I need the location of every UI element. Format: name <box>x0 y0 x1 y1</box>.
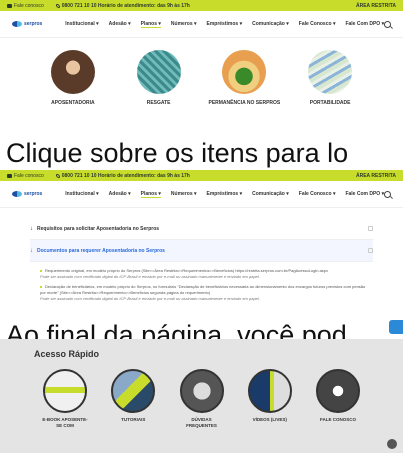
nav-item-institucional[interactable]: Institucional ▾ <box>65 21 98 28</box>
nav-item-adesao[interactable]: Adesão ▾ <box>109 21 131 28</box>
ebook-image <box>43 369 87 413</box>
quick-item-videos[interactable]: VÍDEOS (LIVES) <box>245 369 295 429</box>
requirements-section: Fale conosco 0800 721 10 10 Horário de a… <box>0 170 403 335</box>
main-nav-repeat: serpros Institucional ▾ Adesão ▾ Planos … <box>0 181 403 208</box>
portabilidade-image <box>308 50 353 94</box>
nav-item-numeros[interactable]: Números ▾ <box>171 191 197 198</box>
arrow-down-icon: ↓ <box>30 247 33 254</box>
contact-label: Fale conosco <box>14 172 44 179</box>
list-item: Declaração de beneficiários, em modelo p… <box>40 284 369 302</box>
plan-label: APOSENTADORIA <box>51 100 95 106</box>
logo-text: serpros <box>24 21 43 27</box>
overlay-caption-1: Clique sobre os itens para lo <box>6 138 349 168</box>
phone-label: 0800 721 10 10 Horário de atendimento: d… <box>61 172 190 179</box>
accordion-title: Requisitos para solicitar Aposentadoria … <box>37 225 160 232</box>
nav-menu: Institucional ▾ Adesão ▾ Planos ▾ Número… <box>65 191 384 198</box>
email-icon <box>7 173 12 178</box>
logo-mark-icon <box>12 191 22 197</box>
nav-item-comunicacao[interactable]: Comunicação ▾ <box>252 21 289 28</box>
document-text: Declaração de beneficiários, em modelo p… <box>40 284 366 295</box>
quick-access-section: Acesso Rápido E-BOOK APOSENTE-SE COM TUT… <box>0 339 403 453</box>
contact-image <box>316 369 360 413</box>
plans-grid: APOSENTADORIA RESGATE PERMANÊNCIA NO SER… <box>0 38 403 126</box>
quick-item-tutoriais[interactable]: TUTORIAIS <box>108 369 158 429</box>
nav-item-emprestimos[interactable]: Empréstimos ▾ <box>207 21 243 28</box>
arrow-down-icon: ↓ <box>30 225 33 232</box>
quick-access-title: Acesso Rápido <box>34 349 100 359</box>
list-item: Requerimento original, em modelo próprio… <box>40 268 369 280</box>
document-note: Pode ser assinado com certificado digita… <box>40 274 260 279</box>
bullet-icon <box>40 285 42 288</box>
phone-icon <box>55 3 60 8</box>
side-widget-button[interactable] <box>389 320 403 334</box>
plan-label: RESGATE <box>146 100 171 106</box>
main-nav: serpros Institucional ▾ Adesão ▾ Planos … <box>0 11 403 38</box>
contact-link[interactable]: Fale conosco <box>7 173 44 179</box>
logo[interactable]: serpros <box>12 21 51 27</box>
plan-portabilidade[interactable]: PORTABILIDADE <box>290 50 370 126</box>
tutoriais-image <box>111 369 156 413</box>
accordion-item-documentos[interactable]: ↓ Documentos para requerer Aposentadoria… <box>30 240 373 262</box>
logo-text: serpros <box>24 191 43 197</box>
plan-label: PORTABILIDADE <box>309 100 351 106</box>
document-text: Requerimento original, em modelo próprio… <box>45 268 329 273</box>
phone-info: 0800 721 10 10 Horário de atendimento: d… <box>55 172 190 179</box>
nav-item-adesao[interactable]: Adesão ▾ <box>109 191 131 198</box>
quick-access-grid: E-BOOK APOSENTE-SE COM TUTORIAIS DÚVIDAS… <box>0 359 403 429</box>
logo[interactable]: serpros <box>12 191 51 197</box>
bullet-icon <box>40 269 42 272</box>
videos-image <box>247 369 292 413</box>
chat-button[interactable] <box>387 439 397 449</box>
nav-item-institucional[interactable]: Institucional ▾ <box>65 191 98 198</box>
accordion-content: Requerimento original, em modelo próprio… <box>30 262 373 302</box>
quick-item-fale-conosco[interactable]: FALE CONOSCO <box>313 369 363 429</box>
top-bar-repeat: Fale conosco 0800 721 10 10 Horário de a… <box>0 170 403 181</box>
quick-item-ebook[interactable]: E-BOOK APOSENTE-SE COM <box>40 369 90 429</box>
quick-item-duvidas[interactable]: DÚVIDAS FREQUENTES <box>177 369 227 429</box>
contact-label: Fale conosco <box>14 2 44 9</box>
search-icon[interactable] <box>384 190 391 198</box>
restricted-area-link[interactable]: ÁREA RESTRITA <box>356 173 396 179</box>
quick-label: DÚVIDAS FREQUENTES <box>186 417 217 428</box>
top-bar: Fale conosco 0800 721 10 10 Horário de a… <box>0 0 403 11</box>
plan-label: PERMANÊNCIA NO SERPROS <box>208 100 281 106</box>
logo-mark-icon <box>12 21 22 27</box>
plan-permanencia[interactable]: PERMANÊNCIA NO SERPROS <box>204 50 284 126</box>
nav-item-planos[interactable]: Planos ▾ <box>140 21 161 28</box>
toggle-icon <box>368 248 373 253</box>
quick-label: E-BOOK APOSENTE-SE COM <box>42 417 88 428</box>
quick-label: VÍDEOS (LIVES) <box>252 417 287 422</box>
permanencia-image <box>222 50 267 94</box>
phone-info: 0800 721 10 10 Horário de atendimento: d… <box>55 2 190 9</box>
plan-aposentadoria[interactable]: APOSENTADORIA <box>33 50 113 126</box>
nav-item-fale-conosco[interactable]: Fale Conosco ▾ <box>299 21 336 28</box>
phone-icon <box>55 173 60 178</box>
nav-menu: Institucional ▾ Adesão ▾ Planos ▾ Número… <box>65 21 384 28</box>
nav-item-planos[interactable]: Planos ▾ <box>140 191 161 198</box>
plan-resgate[interactable]: RESGATE <box>119 50 199 126</box>
accordion-item-requisitos[interactable]: ↓ Requisitos para solicitar Aposentadori… <box>30 218 373 240</box>
document-note: Pode ser assinado com certificado digita… <box>40 296 260 301</box>
search-icon[interactable] <box>384 20 391 28</box>
toggle-icon <box>368 226 373 231</box>
phone-label: 0800 721 10 10 Horário de atendimento: d… <box>61 2 190 9</box>
quick-label: FALE CONOSCO <box>319 417 356 422</box>
email-icon <box>7 3 12 8</box>
nav-item-dpo[interactable]: Fale Com DPO ▾ <box>345 191 384 198</box>
restricted-area-link[interactable]: ÁREA RESTRITA <box>356 3 396 9</box>
nav-item-dpo[interactable]: Fale Com DPO ▾ <box>345 21 384 28</box>
accordion: ↓ Requisitos para solicitar Aposentadori… <box>0 208 403 302</box>
resgate-image <box>136 50 181 94</box>
question-mark-icon <box>179 369 224 413</box>
nav-item-comunicacao[interactable]: Comunicação ▾ <box>252 191 289 198</box>
nav-item-fale-conosco[interactable]: Fale Conosco ▾ <box>299 191 336 198</box>
nav-item-emprestimos[interactable]: Empréstimos ▾ <box>207 191 243 198</box>
quick-label: TUTORIAIS <box>121 417 146 422</box>
accordion-title: Documentos para requerer Aposentadoria n… <box>37 247 165 254</box>
nav-item-numeros[interactable]: Números ▾ <box>171 21 197 28</box>
aposentadoria-image <box>50 50 95 94</box>
contact-link[interactable]: Fale conosco <box>7 3 44 9</box>
